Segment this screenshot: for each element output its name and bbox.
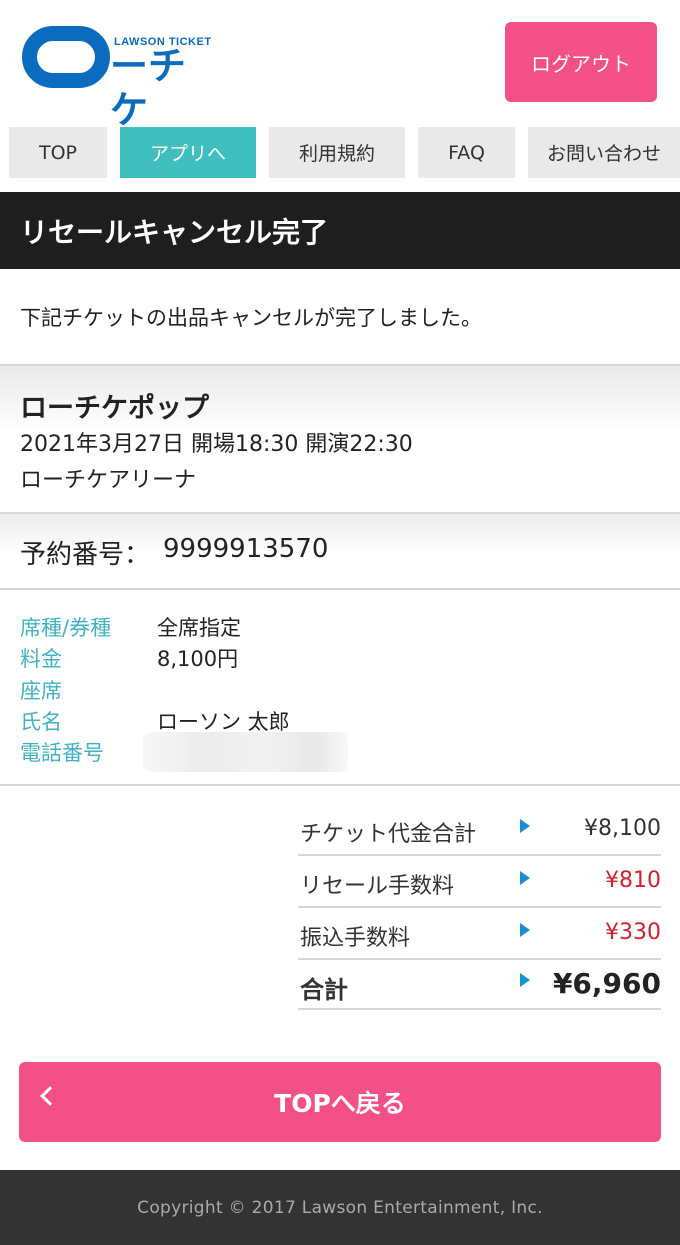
tab-top[interactable]: TOP	[9, 127, 107, 178]
reservation-number-row: 予約番号： 9999913570	[0, 514, 680, 590]
fee-label: チケット代金合計	[300, 822, 477, 847]
logo-o-mark	[22, 26, 110, 88]
detail-label-seat: 座席	[20, 679, 62, 703]
tab-faq[interactable]: FAQ	[418, 127, 515, 178]
detail-label-seat-type: 席種/券種	[20, 616, 112, 640]
detail-label-name: 氏名	[20, 710, 62, 734]
detail-label-price: 料金	[20, 647, 62, 671]
event-datetime: 2021年3月27日 開場18:30 開演22:30	[20, 432, 413, 457]
fee-value: ¥8,100	[584, 816, 661, 841]
fee-value: ¥6,960	[552, 967, 661, 1000]
fee-label: リセール手数料	[300, 874, 455, 899]
back-to-top-button[interactable]: TOPへ戻る	[19, 1062, 661, 1142]
tab-app[interactable]: アプリへ	[120, 127, 256, 178]
section-divider	[0, 784, 680, 786]
footer: Copyright © 2017 Lawson Entertainment, I…	[0, 1170, 680, 1245]
triangle-right-icon	[520, 819, 530, 833]
logout-button[interactable]: ログアウト	[505, 22, 657, 102]
header: LAWSON TICKET ーチケ ログアウト	[0, 0, 680, 132]
fee-value: ¥810	[605, 868, 661, 893]
detail-value-price: 8,100円	[157, 647, 239, 671]
blurred-phone-number	[143, 732, 348, 772]
fee-row-resale-fee: リセール手数料 ¥810	[298, 856, 661, 908]
fee-value: ¥330	[605, 920, 661, 945]
tab-terms[interactable]: 利用規約	[269, 127, 405, 178]
event-name: ローチケポップ	[20, 393, 209, 424]
triangle-right-icon	[520, 973, 530, 987]
copyright-text: Copyright © 2017 Lawson Entertainment, I…	[137, 1197, 543, 1218]
event-info: ローチケポップ 2021年3月27日 開場18:30 開演22:30 ローチケア…	[0, 364, 680, 514]
event-venue: ローチケアリーナ	[20, 468, 197, 493]
fee-row-transfer-fee: 振込手数料 ¥330	[298, 908, 661, 960]
fee-row-ticket-total: チケット代金合計 ¥8,100	[298, 804, 661, 856]
tab-contact[interactable]: お問い合わせ	[528, 127, 680, 178]
fee-row-grand-total: 合計 ¥6,960	[298, 958, 661, 1010]
triangle-right-icon	[520, 923, 530, 937]
reservation-label: 予約番号：	[20, 540, 151, 570]
reservation-number: 9999913570	[163, 534, 329, 564]
fee-label: 振込手数料	[300, 926, 411, 951]
detail-value-seat-type: 全席指定	[157, 616, 241, 640]
page-title: リセールキャンセル完了	[0, 192, 680, 269]
nav-tabs: TOP アプリへ 利用規約 FAQ お問い合わせ	[0, 127, 680, 179]
lawson-ticket-logo[interactable]: LAWSON TICKET ーチケ	[22, 22, 222, 132]
back-button-label: TOPへ戻る	[274, 1089, 406, 1118]
fee-label: 合計	[300, 976, 348, 1004]
triangle-right-icon	[520, 871, 530, 885]
completion-message: 下記チケットの出品キャンセルが完了しました。	[20, 306, 482, 330]
logo-main-text: ーチケ	[110, 44, 187, 132]
detail-label-phone: 電話番号	[20, 741, 104, 765]
